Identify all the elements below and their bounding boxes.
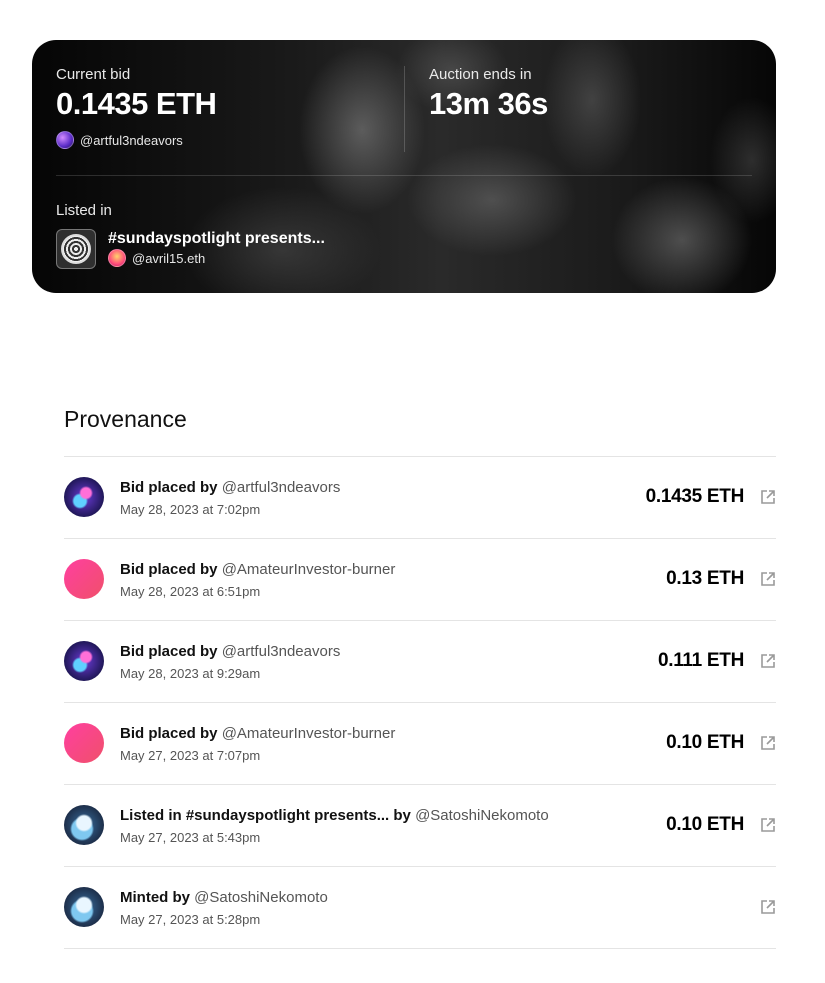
collection-thumbnail[interactable] xyxy=(56,229,96,269)
avatar[interactable] xyxy=(64,805,104,845)
row-handle[interactable]: @AmateurInvestor-burner xyxy=(222,725,396,742)
row-date: May 27, 2023 at 7:07pm xyxy=(120,748,261,763)
avatar[interactable] xyxy=(64,887,104,927)
bidder-avatar xyxy=(56,131,74,149)
provenance-row: Bid placed by @artful3ndeavors May 28, 2… xyxy=(64,457,776,539)
row-action: Minted by xyxy=(120,889,190,906)
horizontal-divider xyxy=(56,175,752,176)
row-handle[interactable]: @artful3ndeavors xyxy=(222,479,341,496)
external-link-icon[interactable] xyxy=(760,735,776,751)
row-amount: 0.13 ETH xyxy=(666,568,744,589)
auction-countdown: 13m 36s xyxy=(429,86,548,121)
row-title: Minted by @SatoshiNekomoto xyxy=(120,889,328,906)
row-handle[interactable]: @AmateurInvestor-burner xyxy=(222,561,396,578)
external-link-icon[interactable] xyxy=(760,653,776,669)
row-amount: 0.10 ETH xyxy=(666,814,744,835)
row-action: Bid placed by xyxy=(120,725,218,742)
row-handle[interactable]: @artful3ndeavors xyxy=(222,643,341,660)
provenance-row: Bid placed by @artful3ndeavors May 28, 2… xyxy=(64,621,776,703)
collection-owner-handle[interactable]: @avril15.eth xyxy=(132,251,205,266)
provenance-row: Bid placed by @AmateurInvestor-burner Ma… xyxy=(64,703,776,785)
auction-ends-label: Auction ends in xyxy=(429,66,532,83)
collection-owner-avatar xyxy=(108,249,126,267)
provenance-row: Listed in #sundayspotlight presents... b… xyxy=(64,785,776,867)
external-link-icon[interactable] xyxy=(760,489,776,505)
current-bid-label: Current bid xyxy=(56,66,131,83)
provenance-title: Provenance xyxy=(64,406,187,432)
row-title: Bid placed by @AmateurInvestor-burner xyxy=(120,725,395,742)
row-amount: 0.1435 ETH xyxy=(645,486,745,507)
provenance-row: Minted by @SatoshiNekomoto May 27, 2023 … xyxy=(64,867,776,949)
current-bid-value: 0.1435 ETH xyxy=(56,86,217,121)
vertical-divider xyxy=(404,66,405,152)
row-date: May 27, 2023 at 5:28pm xyxy=(120,912,261,927)
row-amount: 0.10 ETH xyxy=(666,732,744,753)
row-title: Listed in #sundayspotlight presents... b… xyxy=(120,807,549,824)
external-link-icon[interactable] xyxy=(760,571,776,587)
collection-name[interactable]: #sundayspotlight presents... xyxy=(108,230,325,248)
auction-card: Current bid 0.1435 ETH @artful3ndeavors … xyxy=(32,40,776,293)
external-link-icon[interactable] xyxy=(760,899,776,915)
row-action: Bid placed by xyxy=(120,643,218,660)
collection-owner[interactable]: @avril15.eth xyxy=(108,249,205,267)
row-action: Bid placed by xyxy=(120,561,218,578)
row-title: Bid placed by @artful3ndeavors xyxy=(120,479,340,496)
row-date: May 28, 2023 at 9:29am xyxy=(120,666,261,681)
row-action: Listed in #sundayspotlight presents... b… xyxy=(120,807,411,824)
row-title: Bid placed by @AmateurInvestor-burner xyxy=(120,561,395,578)
provenance-row: Bid placed by @AmateurInvestor-burner Ma… xyxy=(64,539,776,621)
row-action: Bid placed by xyxy=(120,479,218,496)
row-handle[interactable]: @SatoshiNekomoto xyxy=(415,807,549,824)
avatar[interactable] xyxy=(64,559,104,599)
listed-in-label: Listed in xyxy=(56,202,112,219)
avatar[interactable] xyxy=(64,723,104,763)
row-title: Bid placed by @artful3ndeavors xyxy=(120,643,340,660)
row-date: May 27, 2023 at 5:43pm xyxy=(120,830,261,845)
provenance-list: Bid placed by @artful3ndeavors May 28, 2… xyxy=(64,456,776,949)
current-bidder[interactable]: @artful3ndeavors xyxy=(56,131,183,149)
external-link-icon[interactable] xyxy=(760,817,776,833)
bidder-handle[interactable]: @artful3ndeavors xyxy=(80,133,183,148)
row-handle[interactable]: @SatoshiNekomoto xyxy=(194,889,328,906)
avatar[interactable] xyxy=(64,477,104,517)
row-date: May 28, 2023 at 7:02pm xyxy=(120,502,261,517)
row-date: May 28, 2023 at 6:51pm xyxy=(120,584,261,599)
row-amount: 0.111 ETH xyxy=(657,650,744,671)
avatar[interactable] xyxy=(64,641,104,681)
collection-seal-icon xyxy=(61,234,91,264)
